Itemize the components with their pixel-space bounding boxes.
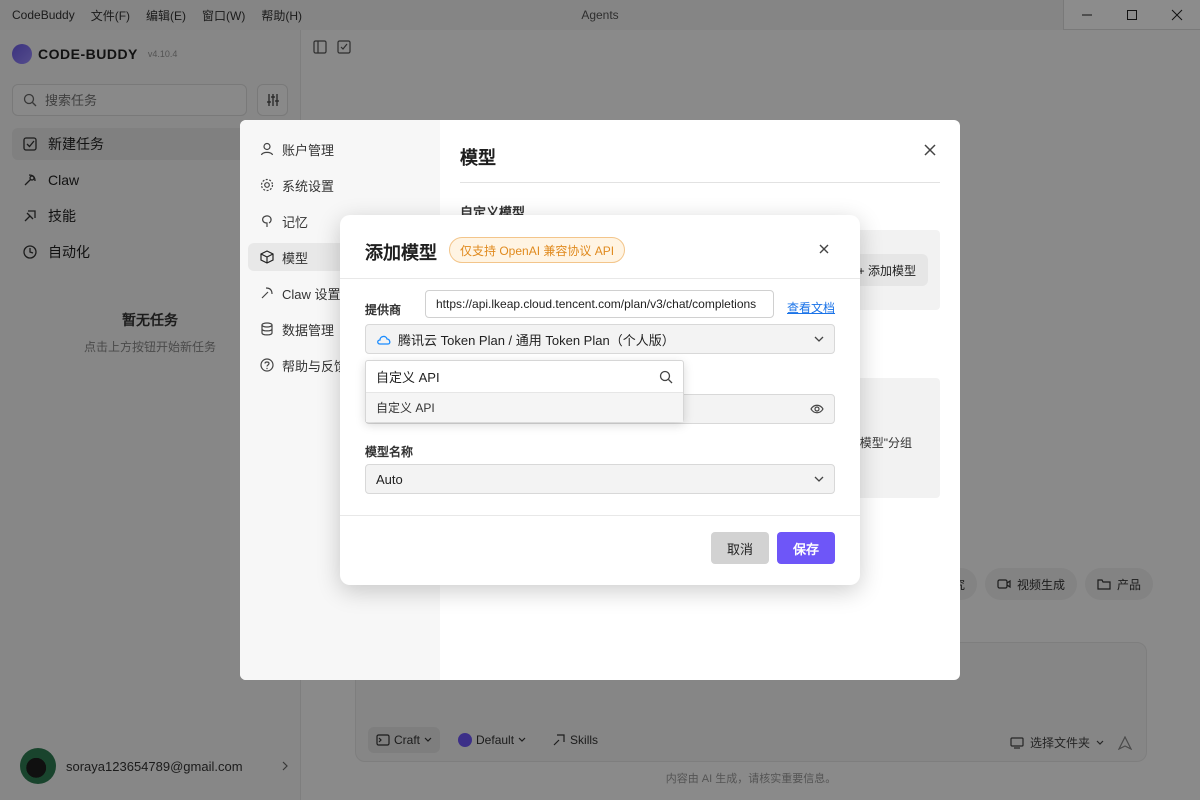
settings-close-button[interactable] bbox=[920, 140, 940, 160]
settings-nav-help-label: 帮助与反馈 bbox=[282, 358, 348, 374]
chevron-down-icon bbox=[814, 336, 824, 342]
add-model-dialog: 添加模型 仅支持 OpenAI 兼容协议 API 提供商 https://api… bbox=[340, 215, 860, 585]
database-icon bbox=[261, 322, 273, 336]
view-docs-link[interactable]: 查看文档 bbox=[787, 299, 835, 316]
cloud-icon bbox=[377, 335, 391, 345]
settings-nav-account-label: 账户管理 bbox=[282, 142, 335, 158]
divider bbox=[460, 182, 940, 183]
model-name-value: Auto bbox=[376, 471, 403, 487]
provider-dropdown: 自定义 API 自定义 API bbox=[365, 360, 684, 422]
divider bbox=[340, 278, 860, 279]
eye-icon[interactable] bbox=[810, 403, 824, 415]
api-url-field[interactable]: https://api.lkeap.cloud.tencent.com/plan… bbox=[425, 290, 774, 318]
provider-label: 提供商 bbox=[365, 303, 402, 317]
cube-icon bbox=[260, 250, 274, 264]
settings-nav-system[interactable]: 系统设置 bbox=[248, 171, 432, 199]
dropdown-option[interactable]: 自定义 API bbox=[366, 393, 683, 422]
dropdown-search[interactable]: 自定义 API bbox=[366, 361, 683, 393]
compat-badge: 仅支持 OpenAI 兼容协议 API bbox=[449, 237, 626, 263]
settings-nav-model-label: 模型 bbox=[282, 250, 309, 266]
close-icon bbox=[924, 144, 936, 156]
search-icon bbox=[659, 370, 673, 383]
claw-icon bbox=[261, 287, 273, 299]
model-name-label: 模型名称 bbox=[365, 445, 414, 459]
settings-nav-memory-label: 记忆 bbox=[282, 214, 309, 230]
model-name-select[interactable]: Auto bbox=[365, 464, 835, 494]
model-info-text: 模型"分组 bbox=[859, 436, 912, 450]
dialog-title: 添加模型 bbox=[365, 243, 437, 263]
divider bbox=[340, 515, 860, 516]
settings-title: 模型 bbox=[460, 148, 496, 168]
brain-icon bbox=[262, 215, 272, 227]
dropdown-search-value: 自定义 API bbox=[376, 370, 440, 385]
provider-select[interactable]: 腾讯云 Token Plan / 通用 Token Plan（个人版） bbox=[365, 324, 835, 354]
dialog-close-button[interactable] bbox=[814, 239, 834, 259]
gear-icon bbox=[260, 178, 274, 192]
save-button[interactable]: 保存 bbox=[777, 532, 835, 564]
settings-nav-claw-label: Claw 设置 bbox=[282, 286, 341, 302]
cancel-button[interactable]: 取消 bbox=[711, 532, 769, 564]
user-icon bbox=[260, 142, 274, 156]
settings-nav-data-label: 数据管理 bbox=[282, 322, 335, 338]
provider-selected-value: 腾讯云 Token Plan / 通用 Token Plan（个人版） bbox=[398, 332, 675, 348]
close-icon bbox=[819, 244, 829, 254]
settings-nav-system-label: 系统设置 bbox=[282, 178, 335, 194]
chevron-down-icon bbox=[814, 476, 824, 482]
settings-nav-account[interactable]: 账户管理 bbox=[248, 135, 432, 163]
help-icon bbox=[260, 358, 274, 372]
